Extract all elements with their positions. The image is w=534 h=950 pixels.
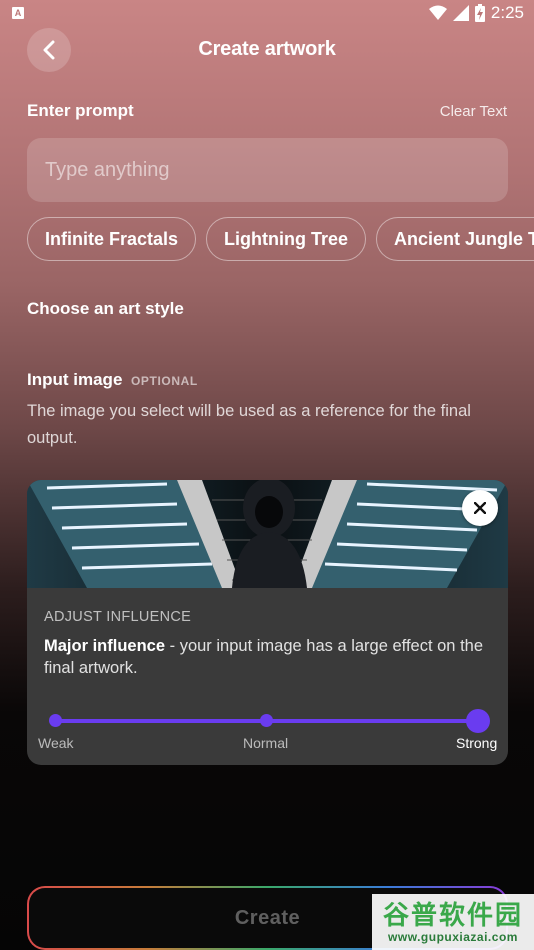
status-time: 2:25	[490, 3, 524, 22]
input-image-description: The image you select will be used as a r…	[27, 402, 471, 447]
adjust-influence-title: ADJUST INFLUENCE	[44, 609, 192, 625]
status-bar: A 2:25	[0, 0, 534, 28]
suggestion-chips: Infinite Fractals Lightning Tree Ancient…	[27, 217, 534, 261]
app-notification-icon: A	[12, 7, 24, 19]
art-style-label: Choose an art style	[27, 299, 184, 318]
status-icons: 2:25	[428, 3, 524, 23]
input-image-label: Input image	[27, 370, 123, 389]
input-image-card: ADJUST INFLUENCE Major influence - your …	[27, 480, 508, 765]
battery-icon	[474, 4, 485, 22]
page-title: Create artwork	[198, 38, 336, 60]
optional-tag: OPTIONAL	[131, 374, 198, 388]
influence-description: Major influence - your input image has a…	[44, 635, 494, 679]
signal-icon	[452, 5, 469, 21]
prompt-label: Enter prompt	[27, 101, 134, 120]
suggestion-chip[interactable]: Lightning Tree	[206, 217, 367, 261]
influence-level-name: Major influence	[44, 637, 166, 655]
slider-label-normal: Normal	[243, 735, 289, 751]
close-icon	[474, 502, 486, 514]
input-image-preview[interactable]	[27, 480, 508, 588]
prompt-input[interactable]	[27, 138, 508, 202]
slider-label-strong: Strong	[456, 735, 498, 751]
slider-thumb[interactable]	[466, 709, 490, 733]
watermark-url: www.gupuxiazai.com	[388, 930, 518, 944]
suggestion-chip[interactable]: Ancient Jungle T	[376, 217, 534, 261]
influence-slider[interactable]: Weak Normal Strong	[27, 708, 508, 758]
watermark: 谷普软件园 www.gupuxiazai.com	[372, 894, 534, 950]
escalator-photo	[27, 480, 508, 588]
slider-label-weak: Weak	[38, 735, 74, 751]
slider-stop-normal[interactable]	[260, 714, 273, 727]
slider-stop-weak[interactable]	[49, 714, 62, 727]
clear-text-button[interactable]: Clear Text	[440, 103, 507, 120]
remove-image-button[interactable]	[462, 490, 498, 526]
watermark-brand: 谷普软件园	[382, 900, 523, 930]
suggestion-chip[interactable]: Infinite Fractals	[27, 217, 197, 261]
wifi-icon	[428, 5, 447, 20]
